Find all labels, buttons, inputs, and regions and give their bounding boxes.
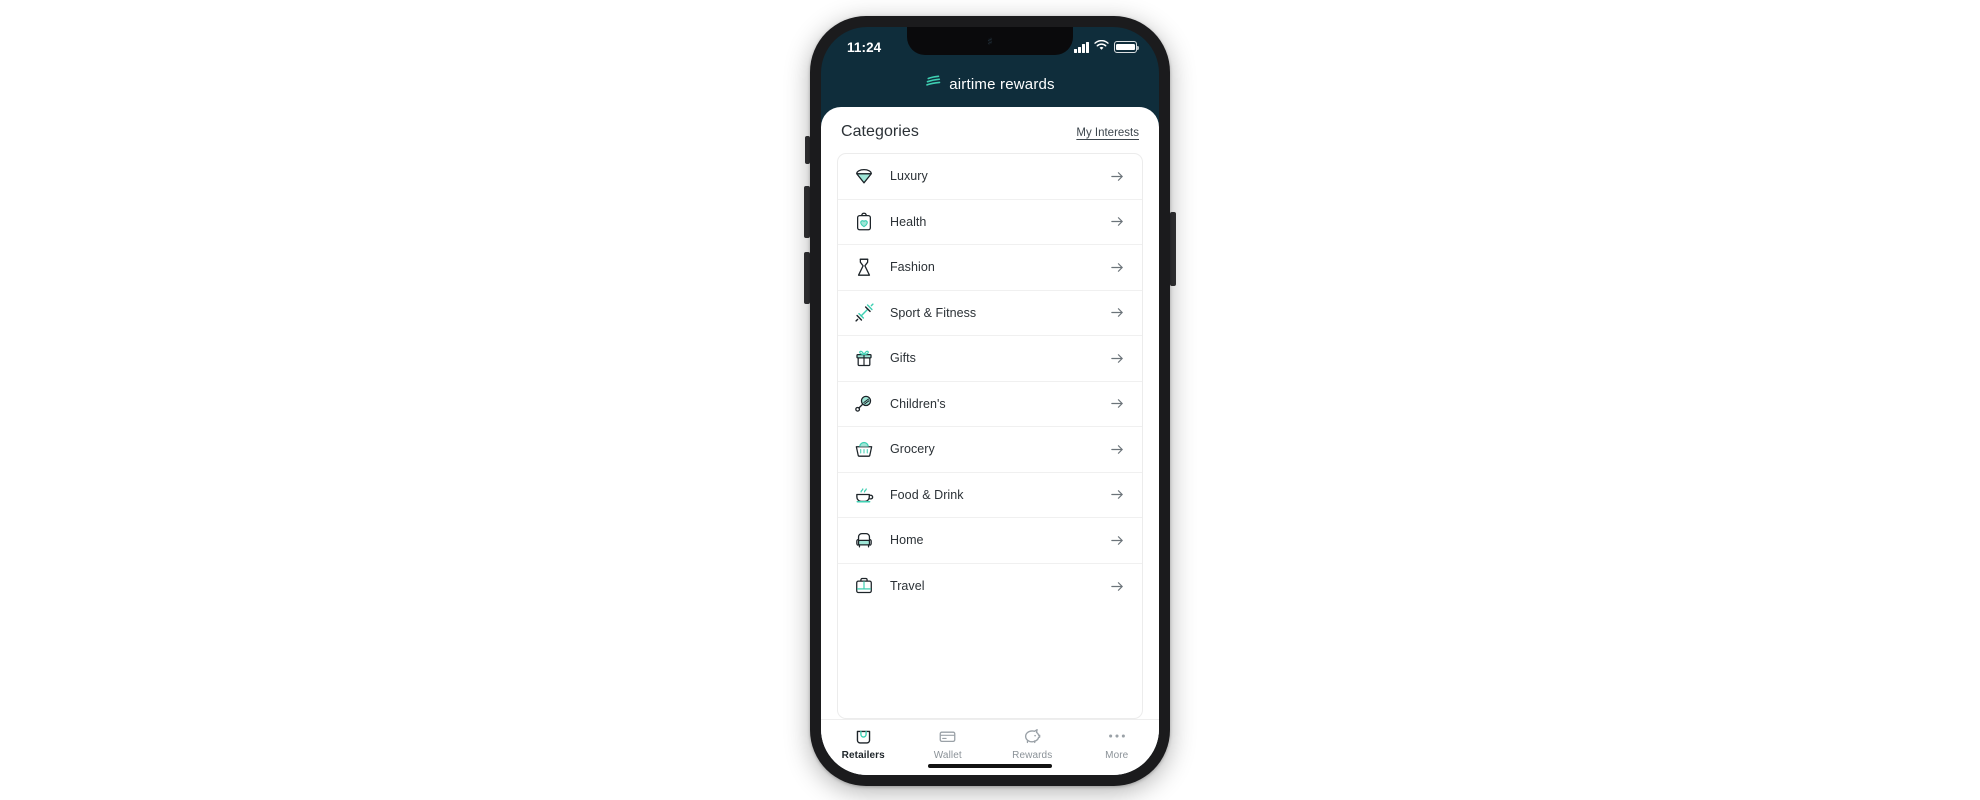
category-row-luxury[interactable]: Luxury (838, 154, 1142, 200)
arrow-right-icon[interactable] (1109, 532, 1126, 549)
dumbbell-icon (852, 301, 876, 325)
page-title: Categories (841, 123, 919, 140)
category-label: Grocery (890, 442, 935, 457)
category-row-gifts[interactable]: Gifts (838, 336, 1142, 382)
home-indicator[interactable] (928, 763, 1052, 768)
category-label: Travel (890, 579, 925, 594)
status-bar-time: 11:24 (847, 39, 882, 55)
my-interests-link[interactable]: My Interests (1076, 127, 1139, 139)
category-row-travel[interactable]: Travel (838, 564, 1142, 610)
arrow-right-icon[interactable] (1109, 213, 1126, 230)
cellular-signal-icon (1074, 41, 1089, 53)
clipboard-heart-icon (852, 210, 876, 234)
airtime-waves-logo-icon (925, 74, 942, 94)
tab-retailers[interactable]: Retailers (821, 726, 906, 761)
arrow-right-icon[interactable] (1109, 441, 1126, 458)
tab-wallet[interactable]: Wallet (906, 726, 991, 761)
app-header: airtime rewards (821, 61, 1159, 107)
battery-full-icon (1114, 41, 1140, 53)
sheet-header: Categories My Interests (821, 107, 1159, 153)
baby-rattle-icon (852, 392, 876, 416)
screenshot-canvas: ♯ 11:24 airtime rewards Categories My In… (0, 0, 1980, 800)
tab-label: Retailers (841, 750, 885, 761)
shopping-bag-icon (854, 726, 873, 746)
dress-icon (852, 255, 876, 279)
phone-screen: ♯ 11:24 airtime rewards Categories My In… (821, 27, 1159, 775)
arrow-right-icon[interactable] (1109, 578, 1126, 595)
arrow-right-icon[interactable] (1109, 304, 1126, 321)
category-list: Luxury Health Fashion Sport & Fitness Gi… (837, 153, 1143, 719)
status-bar-indicators (1074, 38, 1140, 56)
category-row-health[interactable]: Health (838, 200, 1142, 245)
category-row-fashion[interactable]: Fashion (838, 245, 1142, 291)
category-label: Luxury (890, 169, 928, 184)
coffee-cup-icon (852, 483, 876, 507)
tab-label: Rewards (1012, 750, 1053, 761)
wifi-icon (1094, 38, 1109, 56)
tab-more[interactable]: More (1075, 726, 1160, 761)
category-label: Sport & Fitness (890, 305, 977, 320)
category-row-sport-fitness[interactable]: Sport & Fitness (838, 291, 1142, 336)
category-label: Home (890, 533, 924, 548)
category-label: Food & Drink (890, 487, 964, 502)
phone-frame: ♯ 11:24 airtime rewards Categories My In… (810, 16, 1170, 786)
suitcase-icon (852, 574, 876, 598)
shopping-basket-icon (852, 437, 876, 461)
armchair-icon (852, 528, 876, 552)
ellipsis-icon (1107, 726, 1127, 746)
category-row-home[interactable]: Home (838, 518, 1142, 564)
brand-name: airtime rewards (949, 75, 1055, 93)
category-row-food-drink[interactable]: Food & Drink (838, 473, 1142, 518)
category-label: Fashion (890, 260, 935, 275)
phone-power-button[interactable] (1170, 212, 1176, 286)
category-label: Children's (890, 396, 946, 411)
category-label: Gifts (890, 351, 916, 366)
arrow-right-icon[interactable] (1109, 259, 1126, 276)
gift-box-icon (852, 346, 876, 370)
tab-label: More (1105, 750, 1129, 761)
content-sheet: Categories My Interests Luxury Health Fa… (821, 107, 1159, 775)
category-row-grocery[interactable]: Grocery (838, 427, 1142, 473)
tab-label: Wallet (933, 750, 962, 761)
arrow-right-icon[interactable] (1109, 168, 1126, 185)
category-label: Health (890, 214, 927, 229)
status-bar: 11:24 (821, 27, 1159, 61)
piggy-bank-icon (1022, 726, 1042, 746)
arrow-right-icon[interactable] (1109, 350, 1126, 367)
category-row-childrens[interactable]: Children's (838, 382, 1142, 427)
card-icon (938, 726, 957, 746)
diamond-icon (852, 164, 876, 188)
arrow-right-icon[interactable] (1109, 486, 1126, 503)
arrow-right-icon[interactable] (1109, 395, 1126, 412)
tab-rewards[interactable]: Rewards (990, 726, 1075, 761)
